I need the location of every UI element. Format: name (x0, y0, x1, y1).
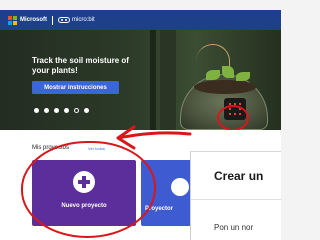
dialog-prompt: Pon un nor (214, 223, 254, 232)
carousel-dot[interactable] (54, 108, 59, 113)
background-stripe (160, 30, 176, 130)
background-stripe (150, 30, 156, 130)
hero-title: Track the soil moisture of your plants! (32, 56, 129, 75)
annotation-circle-new-project (21, 141, 156, 238)
soil-image (194, 80, 256, 94)
brand-name[interactable]: Microsoft (20, 17, 47, 23)
leaf (206, 70, 220, 80)
carousel-dot[interactable] (44, 108, 49, 113)
hero-banner: Track the soil moisture of your plants! … (0, 30, 281, 130)
site-header: Microsoft micro:bit (0, 10, 281, 30)
show-instructions-button[interactable]: Mostrar instrucciones (32, 81, 119, 94)
dialog-divider (191, 199, 282, 200)
header-divider (52, 15, 53, 25)
microbit-logo-icon (58, 17, 70, 23)
create-project-dialog: Crear un Pon un nor (190, 151, 282, 240)
browser-top-strip (0, 0, 281, 10)
carousel-dot-active[interactable] (74, 108, 79, 113)
carousel-dot[interactable] (34, 108, 39, 113)
carousel-dot[interactable] (84, 108, 89, 113)
annotation-circle-board (217, 105, 249, 130)
cloud-icon (171, 178, 189, 196)
carousel-dots (34, 108, 94, 113)
carousel-dot[interactable] (64, 108, 69, 113)
product-name: micro:bit (72, 17, 95, 23)
microbit-logo[interactable]: micro:bit (58, 17, 95, 23)
dialog-title: Crear un (214, 169, 264, 183)
microsoft-logo-icon[interactable] (8, 15, 17, 25)
leaf (236, 72, 250, 81)
leaf (222, 66, 234, 78)
